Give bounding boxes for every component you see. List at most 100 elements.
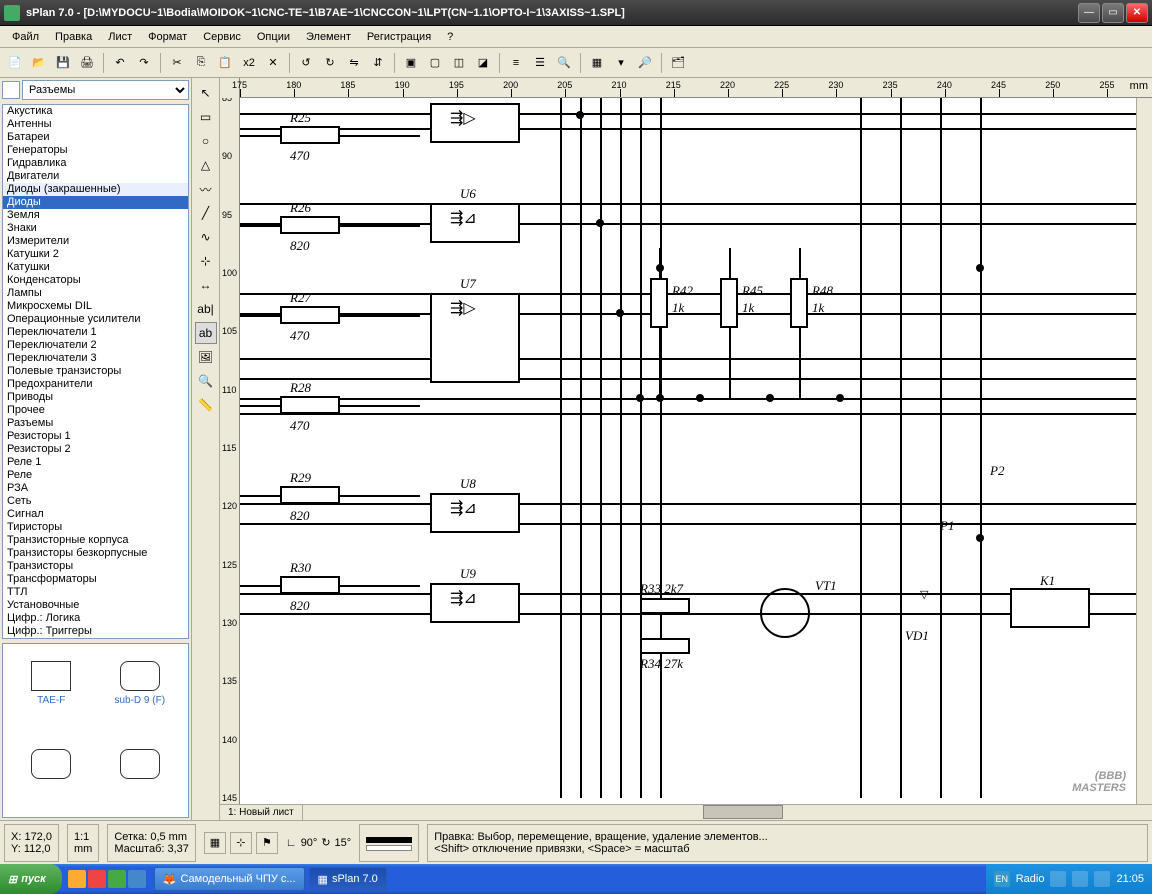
tool-circle[interactable]: ○ bbox=[195, 130, 217, 152]
category-item[interactable]: Операционные усилители bbox=[3, 313, 188, 326]
category-list[interactable]: АкустикаАнтенныБатареиГенераторыГидравли… bbox=[2, 104, 189, 639]
category-item[interactable]: Трансформаторы bbox=[3, 573, 188, 586]
ql-icon-4[interactable] bbox=[128, 870, 146, 888]
category-item[interactable]: Сигнал bbox=[3, 508, 188, 521]
tb-group[interactable]: ◫ bbox=[448, 52, 470, 74]
scrollbar-horizontal[interactable] bbox=[303, 805, 1152, 820]
tb-grid-dd[interactable]: ▾ bbox=[610, 52, 632, 74]
tb-ungroup[interactable]: ◪ bbox=[472, 52, 494, 74]
category-item[interactable]: Цифр.: Триггеры bbox=[3, 625, 188, 638]
category-item[interactable]: Измерители bbox=[3, 235, 188, 248]
tb-save[interactable]: 💾 bbox=[52, 52, 74, 74]
category-item[interactable]: Генераторы bbox=[3, 144, 188, 157]
category-item[interactable]: Переключатели 3 bbox=[3, 352, 188, 365]
category-item[interactable]: Цифр.: Логика bbox=[3, 612, 188, 625]
category-item[interactable]: Тиристоры bbox=[3, 521, 188, 534]
category-item[interactable]: Знаки bbox=[3, 222, 188, 235]
tb-lib[interactable]: 🗂 bbox=[667, 52, 689, 74]
category-item[interactable]: Катушки 2 bbox=[3, 248, 188, 261]
tb-delete[interactable]: ✕ bbox=[262, 52, 284, 74]
tool-node[interactable]: ⊹ bbox=[195, 250, 217, 272]
category-item[interactable]: Приводы bbox=[3, 391, 188, 404]
category-item[interactable]: Антенны bbox=[3, 118, 188, 131]
category-item[interactable]: Переключатели 1 bbox=[3, 326, 188, 339]
category-item[interactable]: Прочее bbox=[3, 404, 188, 417]
category-item[interactable]: Катушки bbox=[3, 261, 188, 274]
canvas[interactable]: (BBB) MASTERS R25470R26820R27470R28470R2… bbox=[240, 98, 1136, 804]
category-item[interactable]: Транзисторы bbox=[3, 560, 188, 573]
ql-icon-1[interactable] bbox=[68, 870, 86, 888]
start-button[interactable]: ⊞ пуск bbox=[0, 864, 62, 894]
category-item[interactable]: Микросхемы DIL bbox=[3, 300, 188, 313]
maximize-button[interactable]: ▭ bbox=[1102, 3, 1124, 23]
scrollbar-vertical[interactable] bbox=[1136, 98, 1152, 804]
tool-rect[interactable]: ▭ bbox=[195, 106, 217, 128]
tb-back[interactable]: ▢ bbox=[424, 52, 446, 74]
category-item[interactable]: Транзисторы безкорпусные bbox=[3, 547, 188, 560]
tb-new[interactable]: 📄 bbox=[4, 52, 26, 74]
close-button[interactable]: ✕ bbox=[1126, 3, 1148, 23]
category-item[interactable]: Полевые транзисторы bbox=[3, 365, 188, 378]
tool-line[interactable]: ╱ bbox=[195, 202, 217, 224]
category-item[interactable]: Резисторы 2 bbox=[3, 443, 188, 456]
tb-flip-v[interactable]: ⇵ bbox=[367, 52, 389, 74]
flag-toggle[interactable]: ⚑ bbox=[256, 832, 278, 854]
menu-options[interactable]: Опции bbox=[249, 29, 298, 45]
tb-rot-l[interactable]: ↺ bbox=[295, 52, 317, 74]
tb-print[interactable]: 🖨 bbox=[76, 52, 98, 74]
category-item[interactable]: Двигатели bbox=[3, 170, 188, 183]
minimize-button[interactable]: — bbox=[1078, 3, 1100, 23]
component-subd[interactable]: sub-D 9 (F) bbox=[96, 648, 185, 718]
task-firefox[interactable]: 🦊 Самодельный ЧПУ с... bbox=[154, 867, 305, 891]
tool-pointer[interactable]: ↖ bbox=[195, 82, 217, 104]
category-item[interactable]: Земля bbox=[3, 209, 188, 222]
menu-help[interactable]: ? bbox=[439, 29, 461, 45]
tb-align[interactable]: ≡ bbox=[505, 52, 527, 74]
category-combo[interactable]: Разъемы bbox=[22, 80, 189, 100]
sheet-tab[interactable]: 1: Новый лист bbox=[220, 805, 303, 820]
tool-dim[interactable]: ↔ bbox=[195, 274, 217, 296]
category-item[interactable]: ТТЛ bbox=[3, 586, 188, 599]
tb-front[interactable]: ▣ bbox=[400, 52, 422, 74]
category-item[interactable]: Сеть bbox=[3, 495, 188, 508]
tray-volume-icon[interactable] bbox=[1094, 871, 1110, 887]
tb-list[interactable]: ☰ bbox=[529, 52, 551, 74]
grid-toggle[interactable]: ▦ bbox=[204, 832, 226, 854]
menu-service[interactable]: Сервис bbox=[195, 29, 249, 45]
category-item[interactable]: Батареи bbox=[3, 131, 188, 144]
tb-cut[interactable]: ✂ bbox=[166, 52, 188, 74]
tb-rot-r[interactable]: ↻ bbox=[319, 52, 341, 74]
category-item[interactable]: Диоды bbox=[3, 196, 188, 209]
tb-undo[interactable]: ↶ bbox=[109, 52, 131, 74]
category-item[interactable]: Резисторы 1 bbox=[3, 430, 188, 443]
menu-sheet[interactable]: Лист bbox=[100, 29, 140, 45]
clock[interactable]: 21:05 bbox=[1116, 873, 1144, 885]
tray-icon-1[interactable] bbox=[1050, 871, 1066, 887]
task-splan[interactable]: ▦ sPlan 7.0 bbox=[309, 867, 387, 891]
tb-paste[interactable]: 📋 bbox=[214, 52, 236, 74]
tray-radio[interactable]: Radio bbox=[1016, 873, 1045, 885]
tb-flip-h[interactable]: ⇋ bbox=[343, 52, 365, 74]
tool-zoom[interactable]: 🔍 bbox=[195, 370, 217, 392]
category-item[interactable]: Транзисторные корпуса bbox=[3, 534, 188, 547]
menu-element[interactable]: Элемент bbox=[298, 29, 359, 45]
ql-icon-3[interactable] bbox=[108, 870, 126, 888]
category-item[interactable]: Установочные bbox=[3, 599, 188, 612]
component-conn2[interactable] bbox=[96, 731, 185, 801]
tool-bezier[interactable]: ∿ bbox=[195, 226, 217, 248]
menu-format[interactable]: Формат bbox=[140, 29, 195, 45]
tool-image[interactable]: 🖼 bbox=[195, 346, 217, 368]
lang-indicator[interactable]: EN bbox=[994, 871, 1010, 887]
category-item[interactable]: Предохранители bbox=[3, 378, 188, 391]
menu-file[interactable]: Файл bbox=[4, 29, 47, 45]
component-conn1[interactable] bbox=[7, 731, 96, 801]
tool-poly[interactable]: △ bbox=[195, 154, 217, 176]
tb-redo[interactable]: ↷ bbox=[133, 52, 155, 74]
tool-curve[interactable]: 〰 bbox=[195, 178, 217, 200]
category-item[interactable]: Гидравлика bbox=[3, 157, 188, 170]
menu-edit[interactable]: Правка bbox=[47, 29, 100, 45]
category-item[interactable]: Реле 1 bbox=[3, 456, 188, 469]
tb-grid[interactable]: ▦ bbox=[586, 52, 608, 74]
tool-text[interactable]: ab| bbox=[195, 298, 217, 320]
category-item[interactable]: РЗА bbox=[3, 482, 188, 495]
